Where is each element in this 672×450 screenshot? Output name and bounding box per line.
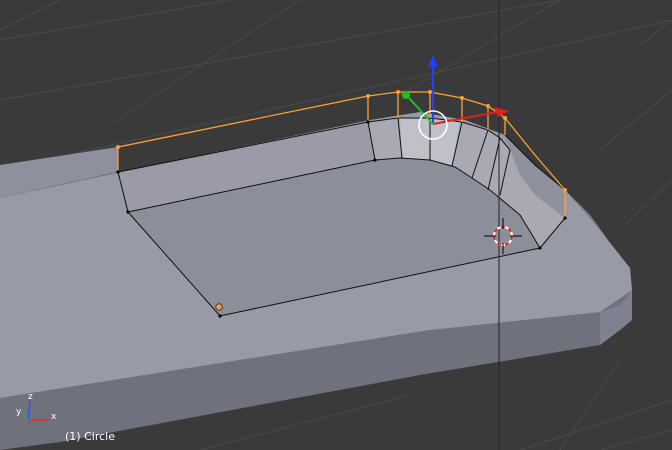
- gizmo-y-label: y: [16, 407, 22, 417]
- y-handle-icon[interactable]: [402, 91, 410, 99]
- mesh-object[interactable]: [0, 90, 632, 450]
- active-object-label: (1) Circle: [65, 430, 115, 443]
- gizmo-z-label: z: [28, 392, 33, 402]
- 3d-viewport[interactable]: x z y (1) Circle: [0, 0, 672, 450]
- gizmo-x-label: x: [51, 412, 57, 422]
- z-arrow-icon[interactable]: [428, 55, 438, 67]
- scene-canvas[interactable]: x z y: [0, 0, 672, 450]
- origin-point[interactable]: [215, 303, 223, 311]
